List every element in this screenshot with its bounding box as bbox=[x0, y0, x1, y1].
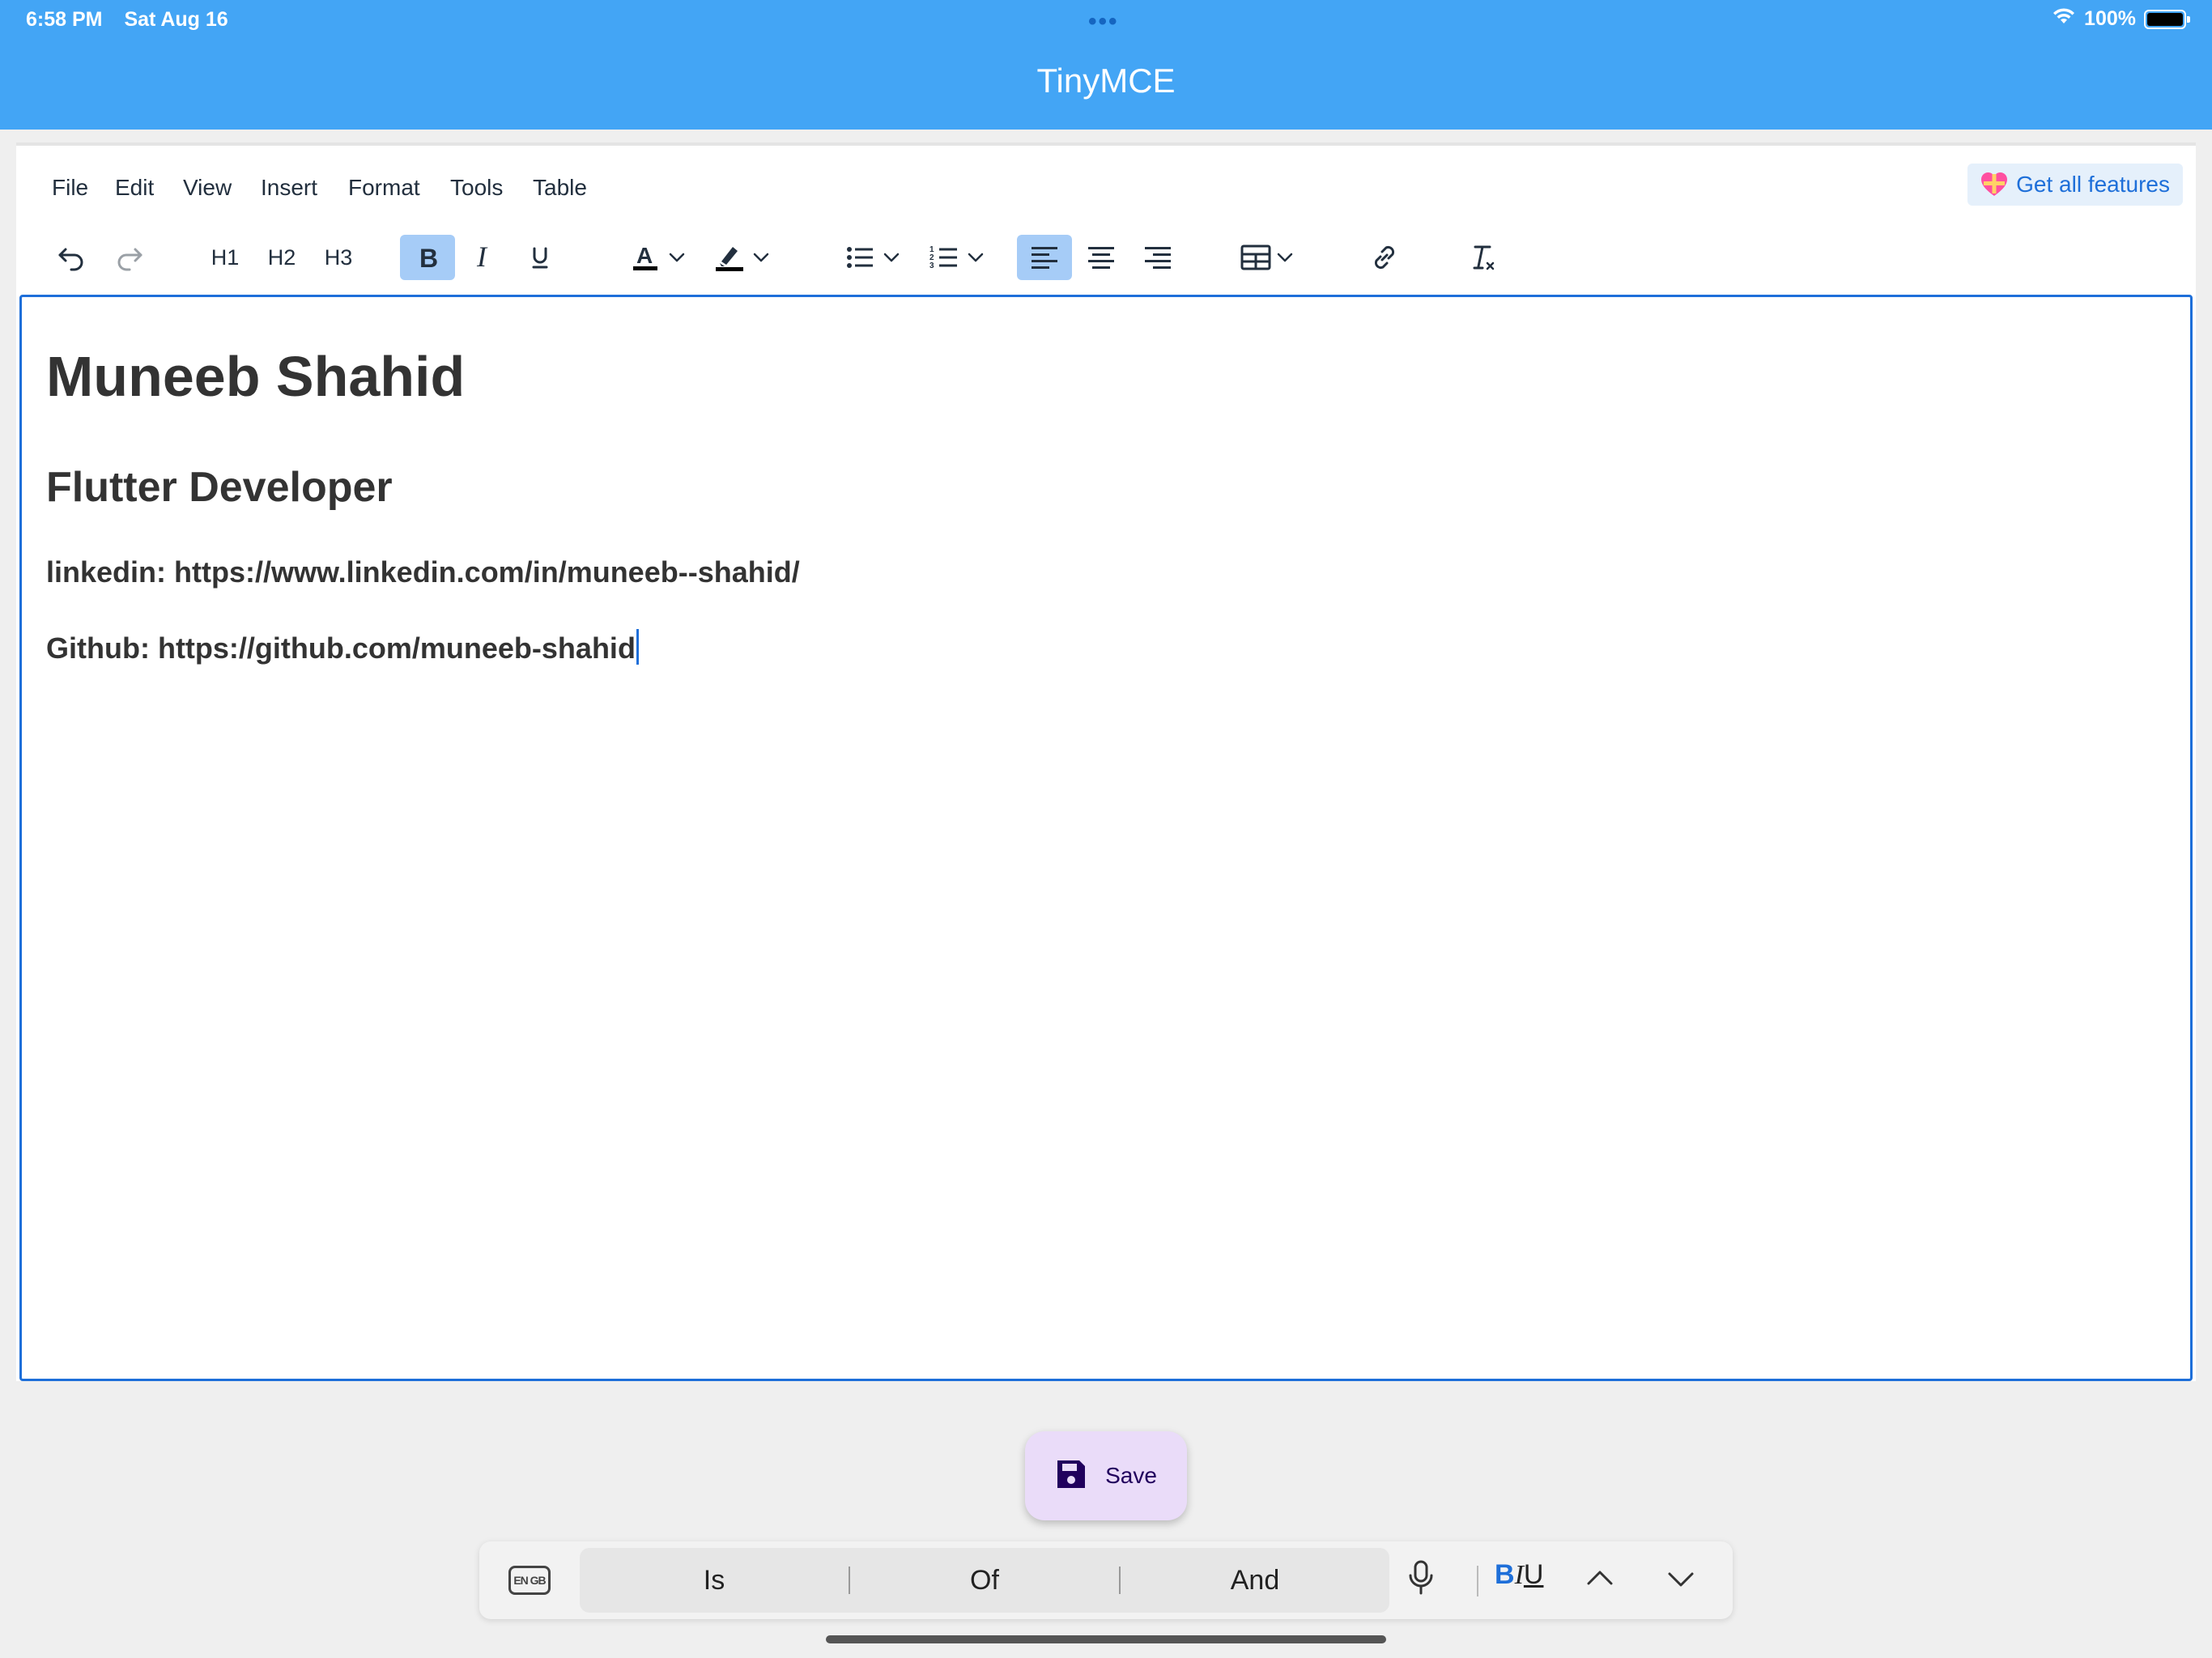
document-heading-1[interactable]: Muneeb Shahid bbox=[46, 342, 2166, 410]
menu-file[interactable]: File bbox=[52, 175, 88, 201]
italic-button[interactable]: I bbox=[458, 235, 508, 280]
status-date: Sat Aug 16 bbox=[124, 8, 228, 31]
clear-formatting-icon bbox=[1468, 242, 1499, 273]
save-button[interactable]: Save bbox=[1025, 1431, 1187, 1520]
suggestion-item[interactable]: And bbox=[1121, 1548, 1389, 1613]
redo-icon bbox=[115, 243, 144, 272]
home-indicator[interactable] bbox=[826, 1635, 1386, 1643]
status-bar-right: 100% bbox=[2052, 6, 2190, 32]
text-color-button[interactable]: A bbox=[617, 235, 698, 280]
highlight-icon bbox=[713, 242, 746, 273]
status-bar-time: 6:58 PM Sat Aug 16 bbox=[26, 8, 245, 32]
underline-button[interactable] bbox=[515, 235, 565, 280]
status-time: 6:58 PM bbox=[26, 8, 103, 31]
svg-text:B: B bbox=[419, 244, 438, 270]
format-italic-glyph: I bbox=[1514, 1560, 1524, 1590]
align-center-icon bbox=[1087, 245, 1115, 270]
heart-gift-icon bbox=[1980, 172, 2008, 198]
text-color-icon: A bbox=[629, 242, 661, 273]
keyboard-language-button[interactable]: EN GB bbox=[508, 1566, 551, 1595]
redo-button[interactable] bbox=[105, 235, 154, 280]
bullet-list-button[interactable] bbox=[832, 235, 913, 280]
highlight-color-button[interactable] bbox=[701, 235, 782, 280]
chevron-down-icon[interactable] bbox=[1665, 1562, 1697, 1599]
menu-format[interactable]: Format bbox=[348, 175, 420, 201]
toolbar: H1 H2 H3 B I A 1 2 3 bbox=[16, 227, 2196, 295]
menu-view[interactable]: View bbox=[183, 175, 232, 201]
link-button[interactable] bbox=[1359, 235, 1410, 280]
chevron-down-icon[interactable] bbox=[883, 252, 900, 263]
microphone-icon[interactable] bbox=[1407, 1559, 1435, 1601]
bold-button[interactable]: B bbox=[400, 235, 455, 280]
save-icon bbox=[1055, 1458, 1087, 1494]
format-underline-glyph: U bbox=[1523, 1559, 1544, 1590]
undo-button[interactable] bbox=[47, 235, 96, 280]
h2-button[interactable]: H2 bbox=[257, 235, 306, 280]
battery-icon bbox=[2144, 9, 2190, 29]
text-format-button[interactable]: BIU bbox=[1495, 1559, 1543, 1591]
align-left-icon bbox=[1031, 245, 1058, 270]
app-title: TinyMCE bbox=[1036, 62, 1176, 100]
wifi-icon bbox=[2052, 6, 2076, 32]
get-all-features-button[interactable]: Get all features bbox=[1967, 164, 2183, 206]
h1-button[interactable]: H1 bbox=[201, 235, 249, 280]
h3-button[interactable]: H3 bbox=[314, 235, 363, 280]
menubar: File Edit View Insert Format Tools Table… bbox=[16, 146, 2196, 227]
get-all-features-label: Get all features bbox=[2016, 172, 2170, 197]
menu-tools[interactable]: Tools bbox=[450, 175, 503, 201]
bullet-list-icon bbox=[845, 244, 874, 271]
undo-icon bbox=[57, 243, 86, 272]
app-bar: 6:58 PM Sat Aug 16 ••• 100% TinyMCE bbox=[0, 0, 2212, 130]
svg-text:I: I bbox=[476, 244, 488, 271]
menu-insert[interactable]: Insert bbox=[261, 175, 317, 201]
battery-percent: 100% bbox=[2084, 7, 2136, 30]
suggestion-item[interactable]: Is bbox=[580, 1548, 849, 1613]
suggestion-item[interactable]: Of bbox=[850, 1548, 1119, 1613]
table-icon bbox=[1240, 244, 1271, 270]
format-bold-glyph: B bbox=[1495, 1559, 1515, 1590]
chevron-down-icon[interactable] bbox=[1276, 252, 1294, 263]
predictive-suggestions: Is Of And bbox=[580, 1548, 1389, 1613]
menu-table[interactable]: Table bbox=[533, 175, 587, 201]
chevron-down-icon[interactable] bbox=[752, 252, 770, 263]
github-text[interactable]: Github: https://github.com/muneeb-shahid bbox=[46, 631, 636, 665]
chevron-down-icon[interactable] bbox=[967, 252, 985, 263]
align-left-button[interactable] bbox=[1017, 235, 1072, 280]
link-icon bbox=[1369, 242, 1400, 273]
linkedin-paragraph[interactable]: linkedin: https://www.linkedin.com/in/mu… bbox=[46, 555, 2166, 589]
table-button[interactable] bbox=[1231, 235, 1304, 280]
menu-edit[interactable]: Edit bbox=[115, 175, 154, 201]
align-right-icon bbox=[1144, 245, 1172, 270]
italic-icon: I bbox=[471, 244, 496, 271]
divider bbox=[1477, 1566, 1478, 1596]
document-heading-2[interactable]: Flutter Developer bbox=[46, 462, 2166, 512]
svg-text:3: 3 bbox=[929, 261, 934, 270]
editor-container: File Edit View Insert Format Tools Table… bbox=[16, 142, 2196, 1381]
keyboard-shortcut-bar: EN GB Is Of And BIU bbox=[479, 1541, 1733, 1619]
multitasking-dots[interactable]: ••• bbox=[1088, 8, 1119, 36]
svg-text:A: A bbox=[636, 243, 653, 268]
github-paragraph[interactable]: Github: https://github.com/muneeb-shahid bbox=[46, 628, 2166, 665]
chevron-up-icon[interactable] bbox=[1584, 1562, 1616, 1599]
align-center-button[interactable] bbox=[1075, 235, 1127, 280]
numbered-list-button[interactable]: 1 2 3 bbox=[917, 235, 998, 280]
numbered-list-icon: 1 2 3 bbox=[929, 244, 959, 271]
clear-formatting-button[interactable] bbox=[1457, 235, 1509, 280]
align-right-button[interactable] bbox=[1132, 235, 1184, 280]
text-caret bbox=[636, 628, 639, 665]
bold-icon: B bbox=[415, 244, 440, 270]
editor-content-area[interactable]: Muneeb Shahid Flutter Developer linkedin… bbox=[19, 295, 2193, 1381]
underline-icon bbox=[528, 244, 552, 271]
save-label: Save bbox=[1105, 1463, 1157, 1488]
chevron-down-icon[interactable] bbox=[668, 252, 686, 263]
